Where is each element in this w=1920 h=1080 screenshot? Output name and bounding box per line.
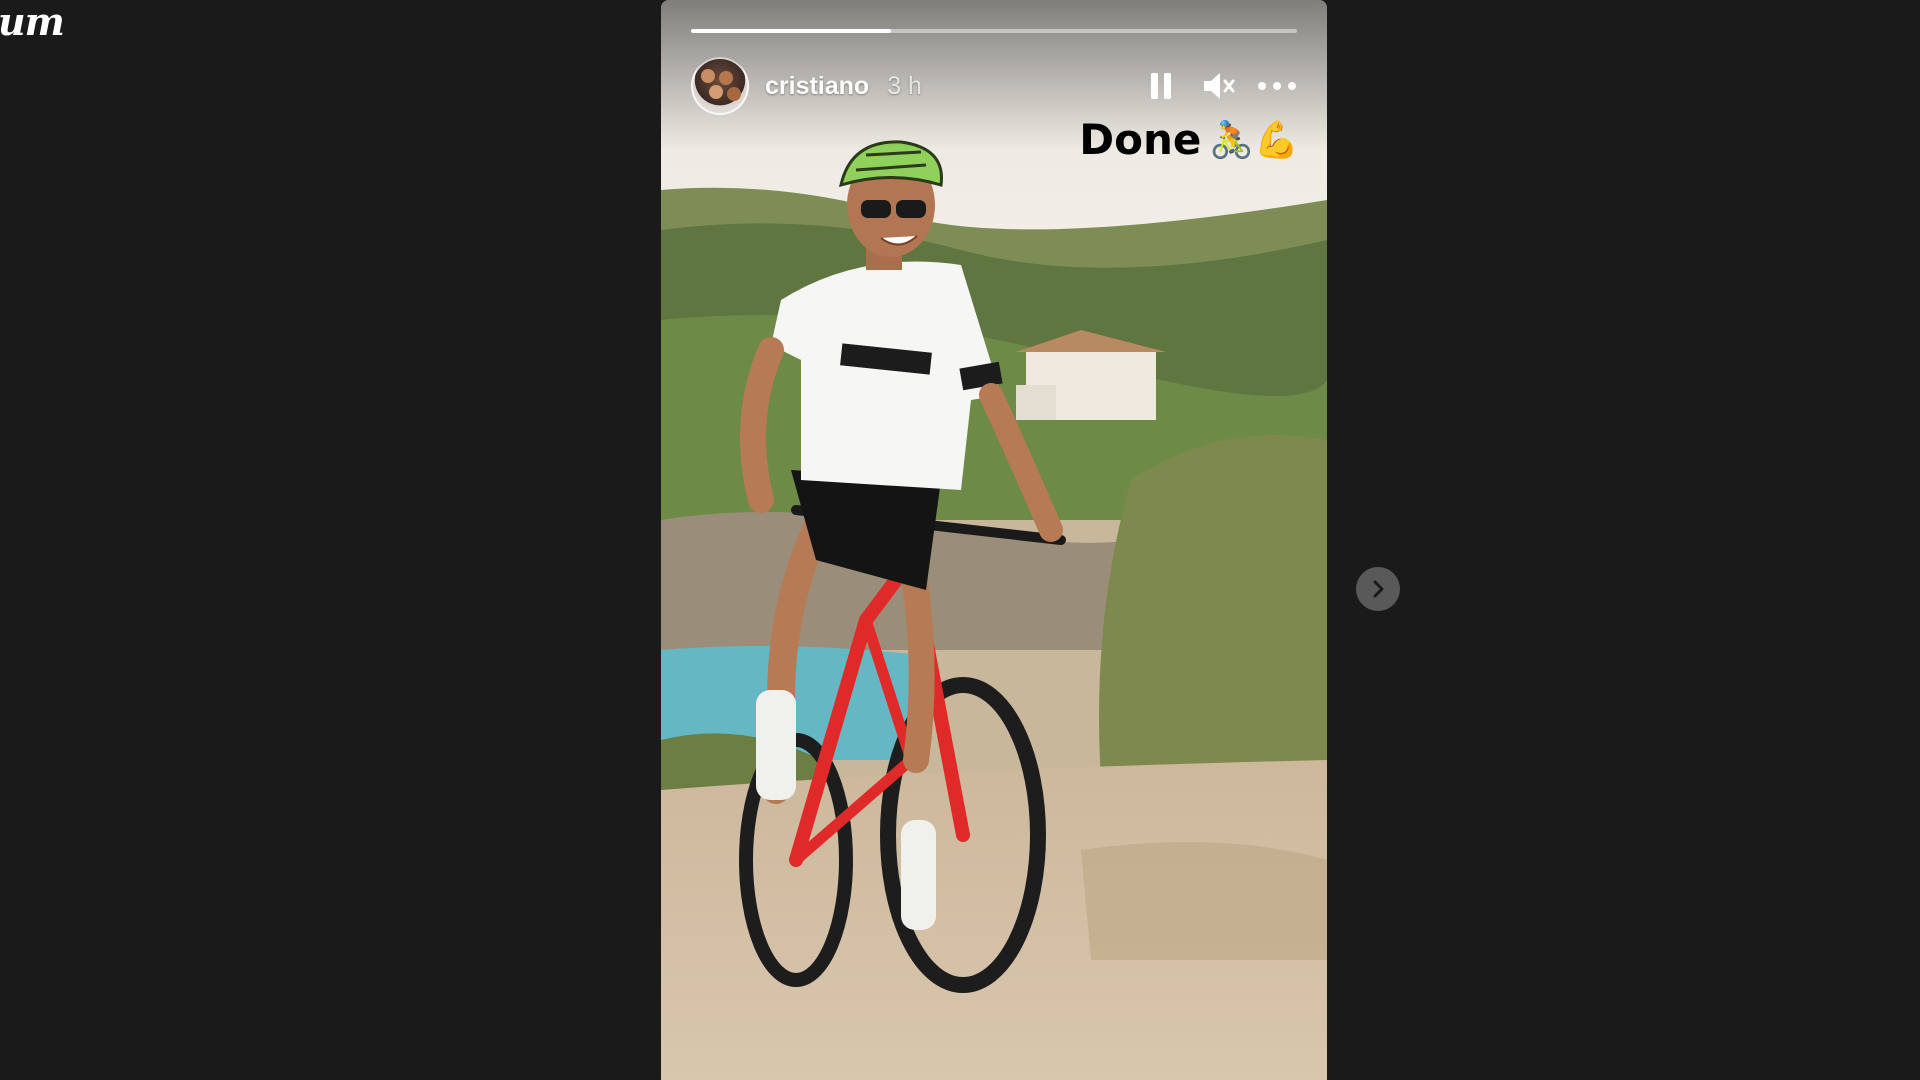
app-logo-fragment: um (0, 0, 65, 44)
caption-emoji: 🚴💪 (1209, 119, 1299, 161)
pause-icon (1151, 73, 1171, 99)
username[interactable]: cristiano (765, 72, 869, 101)
chevron-right-icon (1373, 580, 1384, 598)
caption-text: Done (1079, 115, 1202, 164)
avatar[interactable] (691, 57, 749, 115)
story-controls (1141, 66, 1297, 106)
story-header: cristiano 3 h (691, 55, 1297, 117)
mute-button[interactable] (1199, 66, 1239, 106)
more-options-button[interactable] (1257, 66, 1297, 106)
story-timestamp: 3 h (887, 71, 922, 100)
story-viewer[interactable]: cristiano 3 h Done 🚴💪 (661, 0, 1327, 1080)
next-story-button[interactable] (1356, 567, 1400, 611)
pause-button[interactable] (1141, 66, 1181, 106)
story-progress-fill (691, 29, 891, 33)
story-progress-bar (691, 29, 1297, 33)
story-caption: Done 🚴💪 (1079, 115, 1299, 164)
more-horizontal-icon (1258, 82, 1296, 90)
speaker-muted-icon (1204, 73, 1235, 99)
